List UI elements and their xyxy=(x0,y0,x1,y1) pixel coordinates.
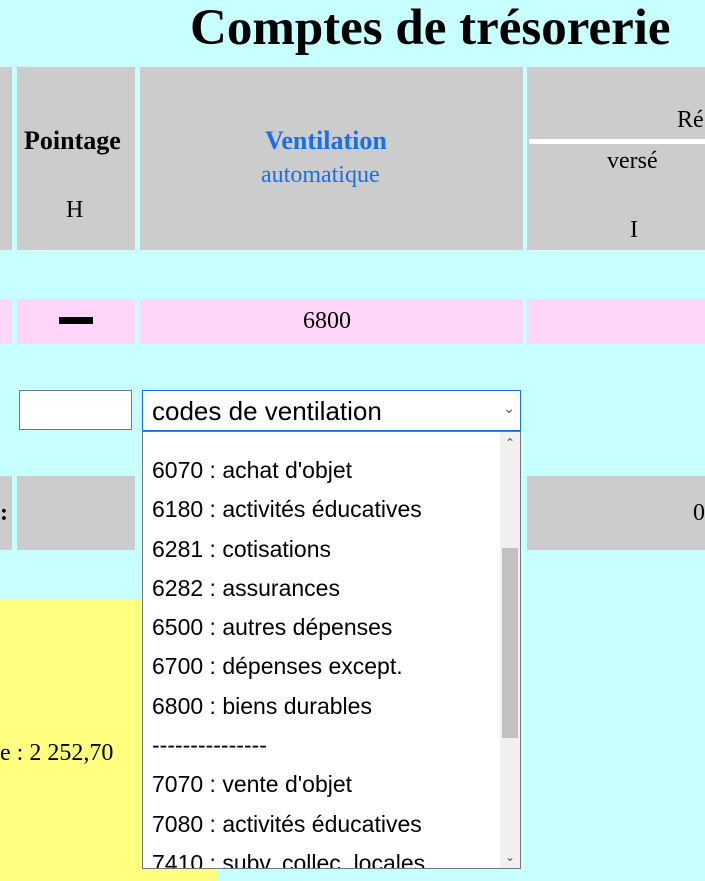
row2-reglement: 0 xyxy=(527,476,705,550)
dropdown-option[interactable]: 6500 : autres dépenses xyxy=(152,608,497,647)
page-title: Comptes de trésorerie xyxy=(190,0,671,56)
header-reglement-divider xyxy=(529,139,705,144)
dropdown-option[interactable]: 6800 : biens durables xyxy=(152,687,497,726)
pointage-minus-icon[interactable] xyxy=(59,317,93,324)
row2-pointage xyxy=(17,476,135,550)
dropdown-option[interactable]: 6281 : cotisations xyxy=(152,530,497,569)
header-cell-left xyxy=(0,67,12,250)
scroll-up-icon[interactable]: ⌃ xyxy=(502,435,518,451)
header-pointage-label: Pointage xyxy=(24,126,121,155)
total-text: e : 2 252,70 xyxy=(0,740,114,766)
ventilation-dropdown-list[interactable]: 6070 : achat d'objet 6180 : activités édu… xyxy=(142,431,521,869)
header-ventilation-sub: automatique xyxy=(261,162,380,188)
ventilation-select[interactable]: codes de ventilation ⌄ xyxy=(142,390,521,431)
dropdown-option[interactable]: 6070 : achat d'objet xyxy=(152,451,497,490)
header-ventilation-label: Ventilation xyxy=(265,126,387,155)
header-reglement-label: Ré xyxy=(677,107,704,133)
row1-reglement xyxy=(527,299,705,344)
dropdown-option[interactable]: 7070 : vente d'objet xyxy=(152,765,497,804)
chevron-down-icon[interactable]: ⌄ xyxy=(503,400,515,417)
dropdown-option[interactable]: 7410 : subv. collec. locales xyxy=(152,844,497,868)
dropdown-options: 6070 : achat d'objet 6180 : activités édu… xyxy=(152,451,497,868)
row2-left: : xyxy=(0,476,12,550)
dropdown-option[interactable]: 6282 : assurances xyxy=(152,569,497,608)
dropdown-scrollbar[interactable]: ⌃ ⌄ xyxy=(500,432,520,868)
row1-pointage[interactable] xyxy=(17,299,135,344)
pointage-input[interactable] xyxy=(19,390,132,430)
dropdown-option[interactable]: --------------- xyxy=(152,726,497,765)
header-reglement: Ré versé I xyxy=(527,67,705,250)
header-pointage-col: H xyxy=(66,197,84,223)
ventilation-select-value: codes de ventilation xyxy=(152,396,382,426)
row1-ventilation: 6800 xyxy=(140,299,523,344)
scrollbar-thumb[interactable] xyxy=(502,548,518,738)
row1-ventilation-value: 6800 xyxy=(303,308,351,334)
dropdown-option[interactable]: 6180 : activités éducatives xyxy=(152,490,497,529)
row2-reglement-value: 0 xyxy=(693,500,705,526)
row2-left-text: : xyxy=(0,500,8,526)
header-pointage: Pointage H xyxy=(17,67,135,250)
header-reglement-sub: versé xyxy=(607,148,658,174)
dropdown-option[interactable]: 6700 : dépenses except. xyxy=(152,647,497,686)
header-ventilation: Ventilation automatique xyxy=(140,67,523,250)
dropdown-option[interactable]: 7080 : activités éducatives xyxy=(152,805,497,844)
row1-left xyxy=(0,299,12,344)
scroll-down-icon[interactable]: ⌄ xyxy=(502,849,518,865)
header-reglement-col: I xyxy=(630,217,638,243)
